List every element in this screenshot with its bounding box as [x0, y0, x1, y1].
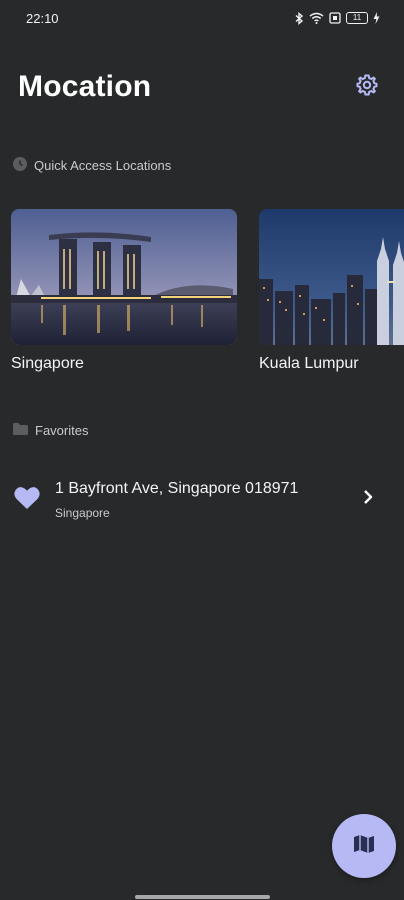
quick-access-label: Quick Access Locations [34, 158, 172, 173]
battery-icon: 11 [346, 12, 368, 24]
favorites-header: Favorites [13, 423, 88, 438]
app-title: Mocation [18, 70, 152, 103]
favorite-text: 1 Bayfront Ave, Singapore 018971 Singapo… [55, 480, 298, 520]
folder-icon [13, 423, 28, 438]
quick-access-header: Quick Access Locations [13, 157, 171, 174]
bluetooth-icon [294, 11, 304, 25]
map-icon [353, 833, 375, 860]
home-indicator[interactable] [135, 895, 270, 899]
battery-level: 11 [352, 13, 362, 22]
heart-icon [14, 486, 40, 515]
screen-record-icon [329, 12, 341, 24]
wifi-icon [309, 12, 324, 24]
map-fab-button[interactable] [332, 814, 396, 878]
kuala-lumpur-skyline-image [259, 209, 404, 345]
favorite-address: 1 Bayfront Ave, Singapore 018971 [55, 480, 299, 497]
chevron-right-icon[interactable] [362, 489, 374, 510]
quick-access-carousel[interactable]: Singapore Kuala Lumpur [11, 209, 404, 379]
charging-icon [373, 12, 380, 24]
status-icons: 11 [294, 11, 380, 25]
favorites-label: Favorites [35, 423, 89, 438]
settings-button[interactable] [352, 72, 382, 102]
location-card-kuala-lumpur[interactable]: Kuala Lumpur [259, 209, 404, 379]
favorite-city: Singapore [55, 506, 110, 520]
status-time: 22:10 [26, 10, 59, 26]
location-card-singapore[interactable]: Singapore [11, 209, 237, 379]
location-name: Kuala Lumpur [259, 355, 359, 372]
gear-icon [355, 73, 379, 102]
location-name: Singapore [11, 355, 84, 372]
status-bar: 22:10 11 [0, 0, 404, 36]
favorite-item[interactable]: 1 Bayfront Ave, Singapore 018971 Singapo… [0, 470, 404, 532]
clock-icon [13, 157, 27, 174]
singapore-skyline-image [11, 209, 237, 345]
